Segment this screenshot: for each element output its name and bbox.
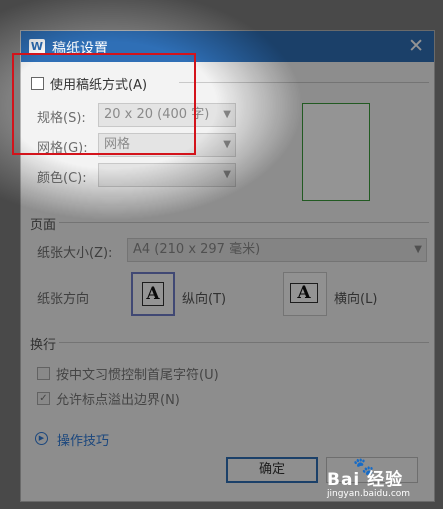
linebreak-option-2-label: 允许标点溢出边界(N) <box>56 393 180 408</box>
paper-size-select[interactable]: A4 (210 x 297 毫米) ▼ <box>127 238 427 262</box>
landscape-button[interactable]: A <box>283 272 327 316</box>
chevron-down-icon: ▼ <box>414 244 422 255</box>
watermark-logo: Bai 经验 <box>327 470 404 490</box>
ok-button[interactable]: 确定 <box>226 457 318 483</box>
color-label: 颜色(C): <box>37 171 87 186</box>
landscape-label: 横向(L) <box>334 292 378 307</box>
watermark-url: jingyan.baidu.com <box>327 489 411 499</box>
linebreak-option-1-label: 按中文习惯控制首尾字符(U) <box>56 368 219 383</box>
portrait-label: 纵向(T) <box>182 292 227 307</box>
linebreak-section-title: 换行 <box>30 338 57 353</box>
divider <box>59 342 429 343</box>
linebreak-option-2-checkbox[interactable]: ✓ <box>37 392 50 405</box>
divider <box>59 222 429 223</box>
chevron-down-icon: ▼ <box>223 109 231 120</box>
chevron-down-icon: ▼ <box>223 139 231 150</box>
linebreak-option-1-checkbox[interactable] <box>37 367 50 380</box>
color-select[interactable]: ▼ <box>98 163 236 187</box>
baidu-jingyan-watermark: 🐾 Bai 经验 jingyan.baidu.com <box>325 455 437 503</box>
linebreak-option-2[interactable]: ✓ 允许标点溢出边界(N) <box>37 389 180 408</box>
tips-link[interactable]: 操作技巧 <box>57 430 109 449</box>
paper-size-label: 纸张大小(Z): <box>37 246 113 261</box>
paper-size-value: A4 (210 x 297 毫米) <box>133 242 261 257</box>
divider <box>179 82 429 83</box>
page-section-title: 页面 <box>30 218 57 233</box>
close-icon[interactable]: ✕ <box>408 35 424 57</box>
landscape-page-icon: A <box>290 283 318 303</box>
chevron-down-icon: ▼ <box>223 169 231 180</box>
linebreak-option-1[interactable]: 按中文习惯控制首尾字符(U) <box>37 364 219 383</box>
page-preview <box>302 103 370 201</box>
red-highlight-box <box>12 53 196 155</box>
portrait-page-icon: A <box>142 282 164 306</box>
orientation-label: 纸张方向 <box>37 292 90 307</box>
portrait-button[interactable]: A <box>131 272 175 316</box>
play-circle-icon[interactable]: ▶ <box>35 432 48 445</box>
